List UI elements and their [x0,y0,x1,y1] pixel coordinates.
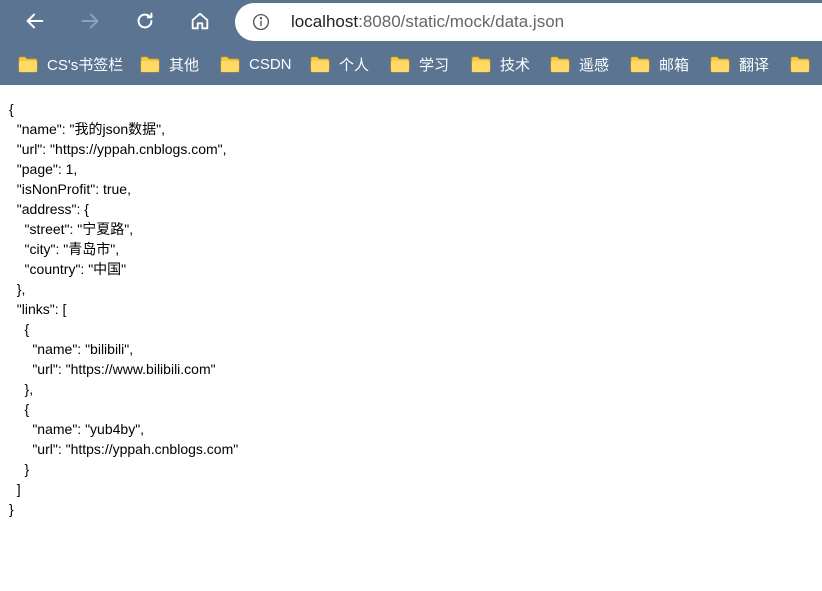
arrow-right-icon [81,13,99,29]
json-line: }, [9,281,26,297]
url-text[interactable]: localhost:8080/static/mock/data.json [291,12,564,32]
folder-icon [220,56,240,72]
json-line: ] [9,481,21,497]
folder-icon [550,56,570,72]
browser-toolbar: localhost:8080/static/mock/data.json CS'… [0,0,822,85]
folder-icon [310,56,330,72]
json-line: "url": "https://www.bilibili.com" [9,361,216,377]
folder-icon [140,56,160,72]
bookmark-label: 个人 [339,56,370,74]
json-line: "isNonProfit": true, [9,181,131,197]
refresh-button[interactable] [128,4,162,38]
folder-icon [630,56,650,72]
address-bar[interactable]: localhost:8080/static/mock/data.json [235,3,822,41]
bookmark-label: CSDN [249,55,292,73]
json-line: "links": [ [9,301,67,317]
json-line: "url": "https://yppah.cnblogs.com", [9,141,227,157]
url-path: :8080/static/mock/data.json [358,12,565,31]
bookmark-label: 其他 [169,56,200,74]
home-icon [191,12,209,30]
bookmark-label: CS's书签栏 [47,56,124,74]
json-line: "page": 1, [9,161,78,177]
json-line: "name": "yub4by", [9,421,145,437]
url-host: localhost [291,12,359,31]
bookmark-label: 遥感 [579,56,610,74]
json-line: { [9,401,30,417]
json-viewer: { "name": "我的json数据", "url": "https://yp… [9,99,809,519]
folder-icon [710,56,730,72]
json-line: } [9,461,30,477]
bookmark-folder-cutoff[interactable] [790,52,819,76]
bookmark-folder-remote-sensing[interactable]: 遥感 [550,52,609,76]
json-line: "url": "https://yppah.cnblogs.com" [9,441,239,457]
json-line: "name": "bilibili", [9,341,134,357]
bookmark-label: 邮箱 [659,56,690,74]
navigation-row: localhost:8080/static/mock/data.json [0,0,822,43]
bookmarks-bar: CS's书签栏 其他 CSDN 个人 学习 技术 遥感 邮箱 翻译 [0,43,822,85]
back-button[interactable] [18,4,52,38]
folder-icon [790,56,810,72]
bookmark-folder-study[interactable]: 学习 [390,52,449,76]
refresh-icon [137,12,153,29]
json-line: "name": "我的json数据", [9,121,166,137]
folder-icon [471,56,491,72]
json-line: "country": "中国" [9,261,127,277]
bookmark-label: 翻译 [739,56,770,74]
folder-icon [18,56,38,72]
bookmark-folder-personal[interactable]: 个人 [310,52,369,76]
json-line: }, [9,381,34,397]
bookmark-folder-mail[interactable]: 邮箱 [630,52,689,76]
bookmark-folder-csdn[interactable]: CSDN [220,52,292,76]
json-line: "address": { [9,201,89,217]
json-line: } [9,501,14,517]
json-line: { [9,101,14,117]
folder-icon [390,56,410,72]
arrow-left-icon [26,13,44,29]
bookmark-folder-translate[interactable]: 翻译 [710,52,769,76]
forward-button[interactable] [73,4,107,38]
bookmark-label: 学习 [419,56,450,74]
json-line: "city": "青岛市", [9,241,120,257]
bookmark-folder-cs[interactable]: CS's书签栏 [18,52,123,76]
bookmark-folder-tech[interactable]: 技术 [471,52,530,76]
home-button[interactable] [183,4,217,38]
bookmark-folder-other[interactable]: 其他 [140,52,199,76]
json-line: { [9,321,30,337]
info-circle-icon[interactable] [252,13,270,31]
json-line: "street": "宁夏路", [9,221,134,237]
bookmark-label: 技术 [500,56,531,74]
